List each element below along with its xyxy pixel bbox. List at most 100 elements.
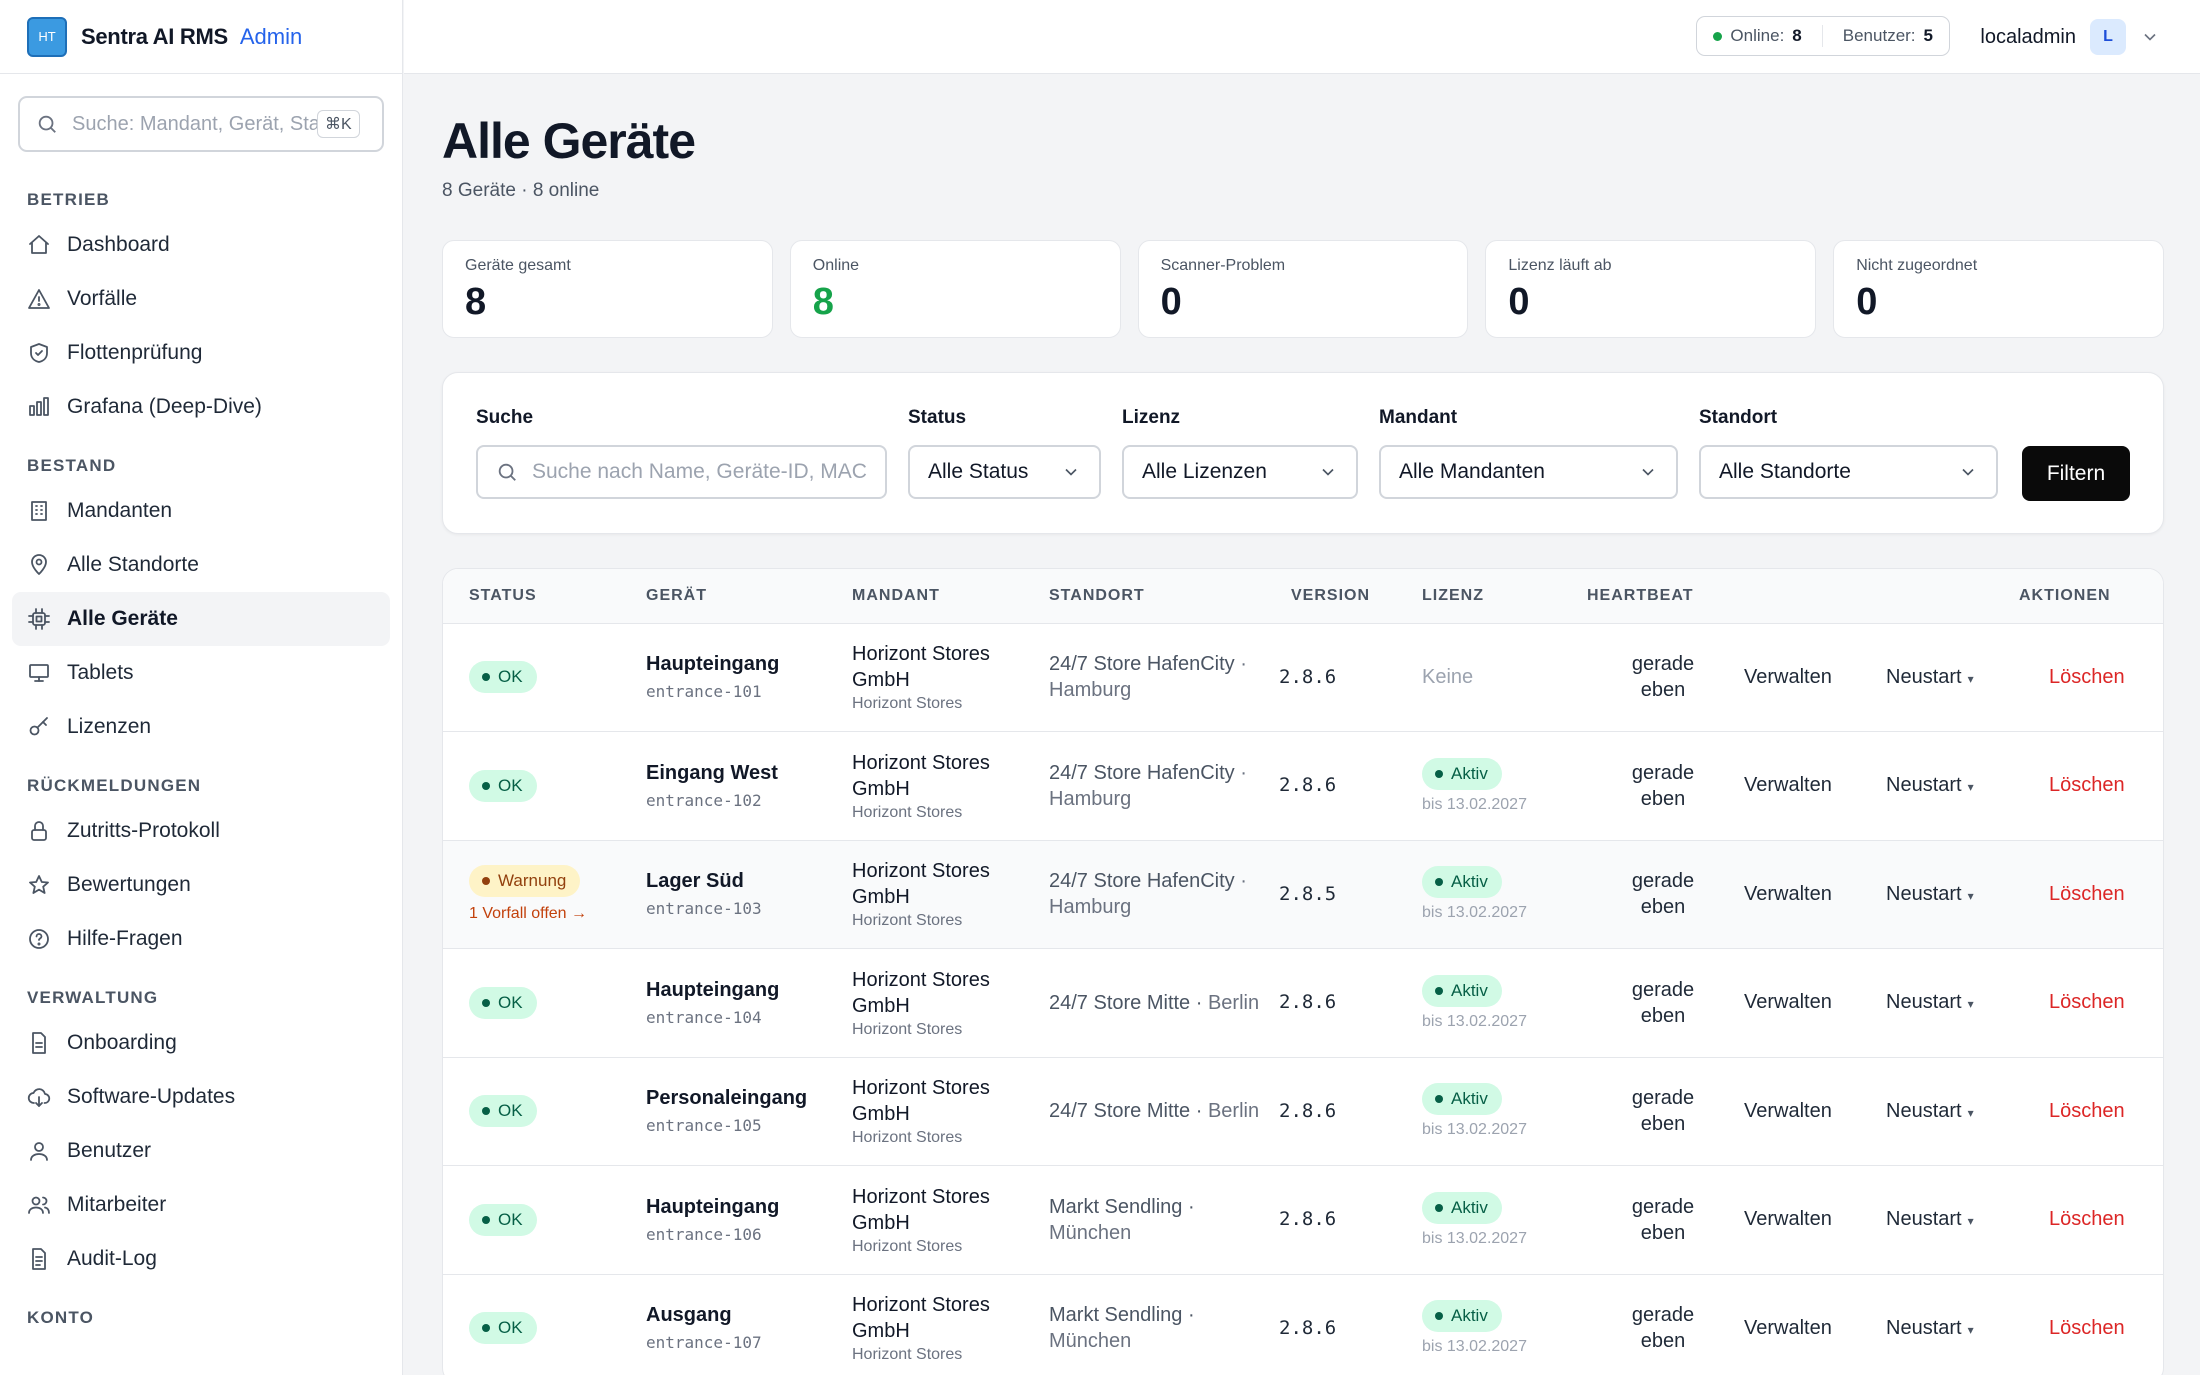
location-select[interactable]: Alle Standorte — [1699, 445, 1998, 499]
version-text: 2.8.6 — [1279, 1316, 1337, 1339]
device-name[interactable]: Haupteingang — [646, 1196, 826, 1219]
sidebar-item-software-updates[interactable]: Software-Updates — [12, 1070, 390, 1124]
sidebar-item-dashboard[interactable]: Dashboard — [12, 218, 390, 272]
location-text: 24/7 Store HafenCity · Hamburg — [1049, 651, 1265, 703]
sidebar-item-tablets[interactable]: Tablets — [12, 646, 390, 700]
table-row[interactable]: Warnung 1 Vorfall offen → Lager Süd entranc… — [443, 840, 2163, 949]
device-name[interactable]: Eingang West — [646, 762, 826, 785]
manage-button[interactable]: Verwalten — [1744, 774, 1832, 796]
device-name[interactable]: Lager Süd — [646, 870, 826, 893]
tenant-short: Horizont Stores — [852, 1346, 963, 1364]
table-row[interactable]: OK Ausgang entrance-107 Horizont Stores Gmb… — [443, 1274, 2163, 1375]
tenant-short: Horizont Stores — [852, 1129, 963, 1147]
stat-card: Nicht zugeordnet 0 — [1833, 240, 2164, 338]
heartbeat-cell: gerade eben — [1561, 1057, 1708, 1166]
restart-dropdown[interactable]: Neustart ▾ — [1886, 1208, 1974, 1230]
sidebar-item-benutzer[interactable]: Benutzer — [12, 1124, 390, 1178]
sidebar-item-bewertungen[interactable]: Bewertungen — [12, 858, 390, 912]
location-store: 24/7 Store Mitte · — [1049, 991, 1203, 1014]
manage-button[interactable]: Verwalten — [1744, 666, 1832, 688]
sidebar-item-alle-standorte[interactable]: Alle Standorte — [12, 538, 390, 592]
delete-button[interactable]: Löschen — [2049, 1208, 2125, 1230]
sidebar-item-alle-geräte[interactable]: Alle Geräte — [12, 592, 390, 646]
brand-logo[interactable]: HT — [27, 16, 67, 57]
column-header[interactable]: VERSION — [1265, 569, 1396, 624]
column-header[interactable]: STANDORT — [1023, 569, 1265, 624]
column-header[interactable]: LIZENZ — [1396, 569, 1561, 624]
tenant-select[interactable]: Alle Mandanten — [1379, 445, 1678, 499]
stat-card-label: Nicht zugeordnet — [1856, 257, 1978, 274]
column-header[interactable]: HEARTBEAT — [1561, 569, 1708, 624]
sidebar-item-mitarbeiter[interactable]: Mitarbeiter — [12, 1178, 390, 1232]
manage-button[interactable]: Verwalten — [1744, 1100, 1832, 1122]
restart-cell: Neustart ▾ — [1850, 623, 1993, 732]
status-dot-icon — [482, 1324, 490, 1333]
restart-dropdown[interactable]: Neustart ▾ — [1886, 883, 1974, 905]
table-row[interactable]: OK Haupteingang entrance-106 Horizont Store… — [443, 1165, 2163, 1275]
tenant-short: Horizont Stores — [852, 1020, 963, 1038]
restart-dropdown[interactable]: Neustart ▾ — [1886, 1100, 1974, 1122]
stat-card: Geräte gesamt 8 — [442, 240, 773, 338]
column-header[interactable]: STATUS — [443, 569, 620, 624]
search-icon — [498, 463, 516, 481]
delete-button[interactable]: Löschen — [2049, 774, 2125, 796]
device-name[interactable]: Haupteingang — [646, 653, 826, 676]
delete-button[interactable]: Löschen — [2049, 991, 2125, 1013]
table-header-row: STATUS GERÄT MANDANT STANDORT VERSION LIZENZ H… — [443, 569, 2163, 624]
table-row[interactable]: OK Haupteingang entrance-101 Horizont Store… — [443, 623, 2163, 732]
delete-button[interactable]: Löschen — [2049, 666, 2125, 688]
location-cell: Markt Sendling · München — [1023, 1274, 1265, 1375]
filter-license-label: Lizenz — [1122, 407, 1181, 428]
sidebar-item-mandanten[interactable]: Mandanten — [12, 484, 390, 538]
column-header[interactable]: GERÄT — [620, 569, 826, 624]
device-name[interactable]: Personaleingang — [646, 1087, 826, 1110]
restart-dropdown[interactable]: Neustart ▾ — [1886, 666, 1974, 688]
table-row[interactable]: OK Eingang West entrance-102 Horizont Store… — [443, 731, 2163, 841]
sidebar-item-vorfälle[interactable]: Vorfälle — [12, 272, 390, 326]
device-id: entrance-106 — [646, 1224, 762, 1244]
device-cell: Haupteingang entrance-104 — [620, 948, 826, 1058]
restart-dropdown[interactable]: Neustart ▾ — [1886, 774, 1974, 796]
sidebar-item-audit-log[interactable]: Audit-Log — [12, 1232, 390, 1286]
sidebar-item-onboarding[interactable]: Onboarding — [12, 1016, 390, 1070]
stat-card-label: Scanner-Problem — [1160, 257, 1286, 274]
location-text: Markt Sendling · München — [1049, 1194, 1265, 1246]
column-header[interactable]: AKTIONEN — [1993, 569, 2163, 624]
device-name[interactable]: Haupteingang — [646, 979, 826, 1002]
sidebar-item-zutritts-protokoll[interactable]: Zutritts-Protokoll — [12, 804, 390, 858]
filter-button[interactable]: Filtern — [2022, 446, 2130, 501]
device-name[interactable]: Ausgang — [646, 1304, 826, 1327]
incident-link[interactable]: 1 Vorfall offen → — [469, 905, 620, 923]
sidebar-item-grafana-deep-dive-[interactable]: Grafana (Deep-Dive) — [12, 380, 390, 434]
filter-search-input[interactable] — [532, 460, 867, 484]
delete-button[interactable]: Löschen — [2049, 1317, 2125, 1339]
status-select[interactable]: Alle Status — [908, 445, 1101, 499]
delete-button[interactable]: Löschen — [2049, 883, 2125, 905]
sidebar-item-lizenzen[interactable]: Lizenzen — [12, 700, 390, 754]
user-menu[interactable]: localadmin L — [1980, 18, 2160, 56]
location-text: 24/7 Store HafenCity · Hamburg — [1049, 760, 1265, 812]
manage-button[interactable]: Verwalten — [1744, 1317, 1832, 1339]
sidebar-search-input[interactable] — [72, 112, 317, 136]
manage-button[interactable]: Verwalten — [1744, 883, 1832, 905]
restart-cell: Neustart ▾ — [1850, 948, 1993, 1058]
sidebar-search[interactable]: ⌘K — [18, 96, 384, 152]
sidebar-item-flottenprüfung[interactable]: Flottenprüfung — [12, 326, 390, 380]
table-row[interactable]: OK Haupteingang entrance-104 Horizont Store… — [443, 948, 2163, 1058]
location-text: 24/7 Store Mitte · Berlin — [1049, 1098, 1265, 1124]
license-select[interactable]: Alle Lizenzen — [1122, 445, 1358, 499]
status-badge: OK — [469, 986, 537, 1019]
brand-name[interactable]: Sentra AI RMS — [81, 24, 228, 50]
manage-button[interactable]: Verwalten — [1744, 991, 1832, 1013]
tenant-short: Horizont Stores — [852, 695, 963, 713]
restart-dropdown[interactable]: Neustart ▾ — [1886, 991, 1974, 1013]
table-row[interactable]: OK Personaleingang entrance-105 Horizont St… — [443, 1057, 2163, 1166]
tenant-cell: Horizont Stores GmbH Horizont Stores — [826, 1274, 1023, 1375]
delete-button[interactable]: Löschen — [2049, 1100, 2125, 1122]
restart-dropdown[interactable]: Neustart ▾ — [1886, 1317, 1974, 1339]
column-header[interactable]: MANDANT — [826, 569, 1023, 624]
sidebar-item-label: Mandanten — [67, 499, 173, 522]
sidebar-item-hilfe-fragen[interactable]: Hilfe-Fragen — [12, 912, 390, 966]
manage-button[interactable]: Verwalten — [1744, 1208, 1832, 1230]
filter-search-box[interactable] — [476, 445, 887, 499]
